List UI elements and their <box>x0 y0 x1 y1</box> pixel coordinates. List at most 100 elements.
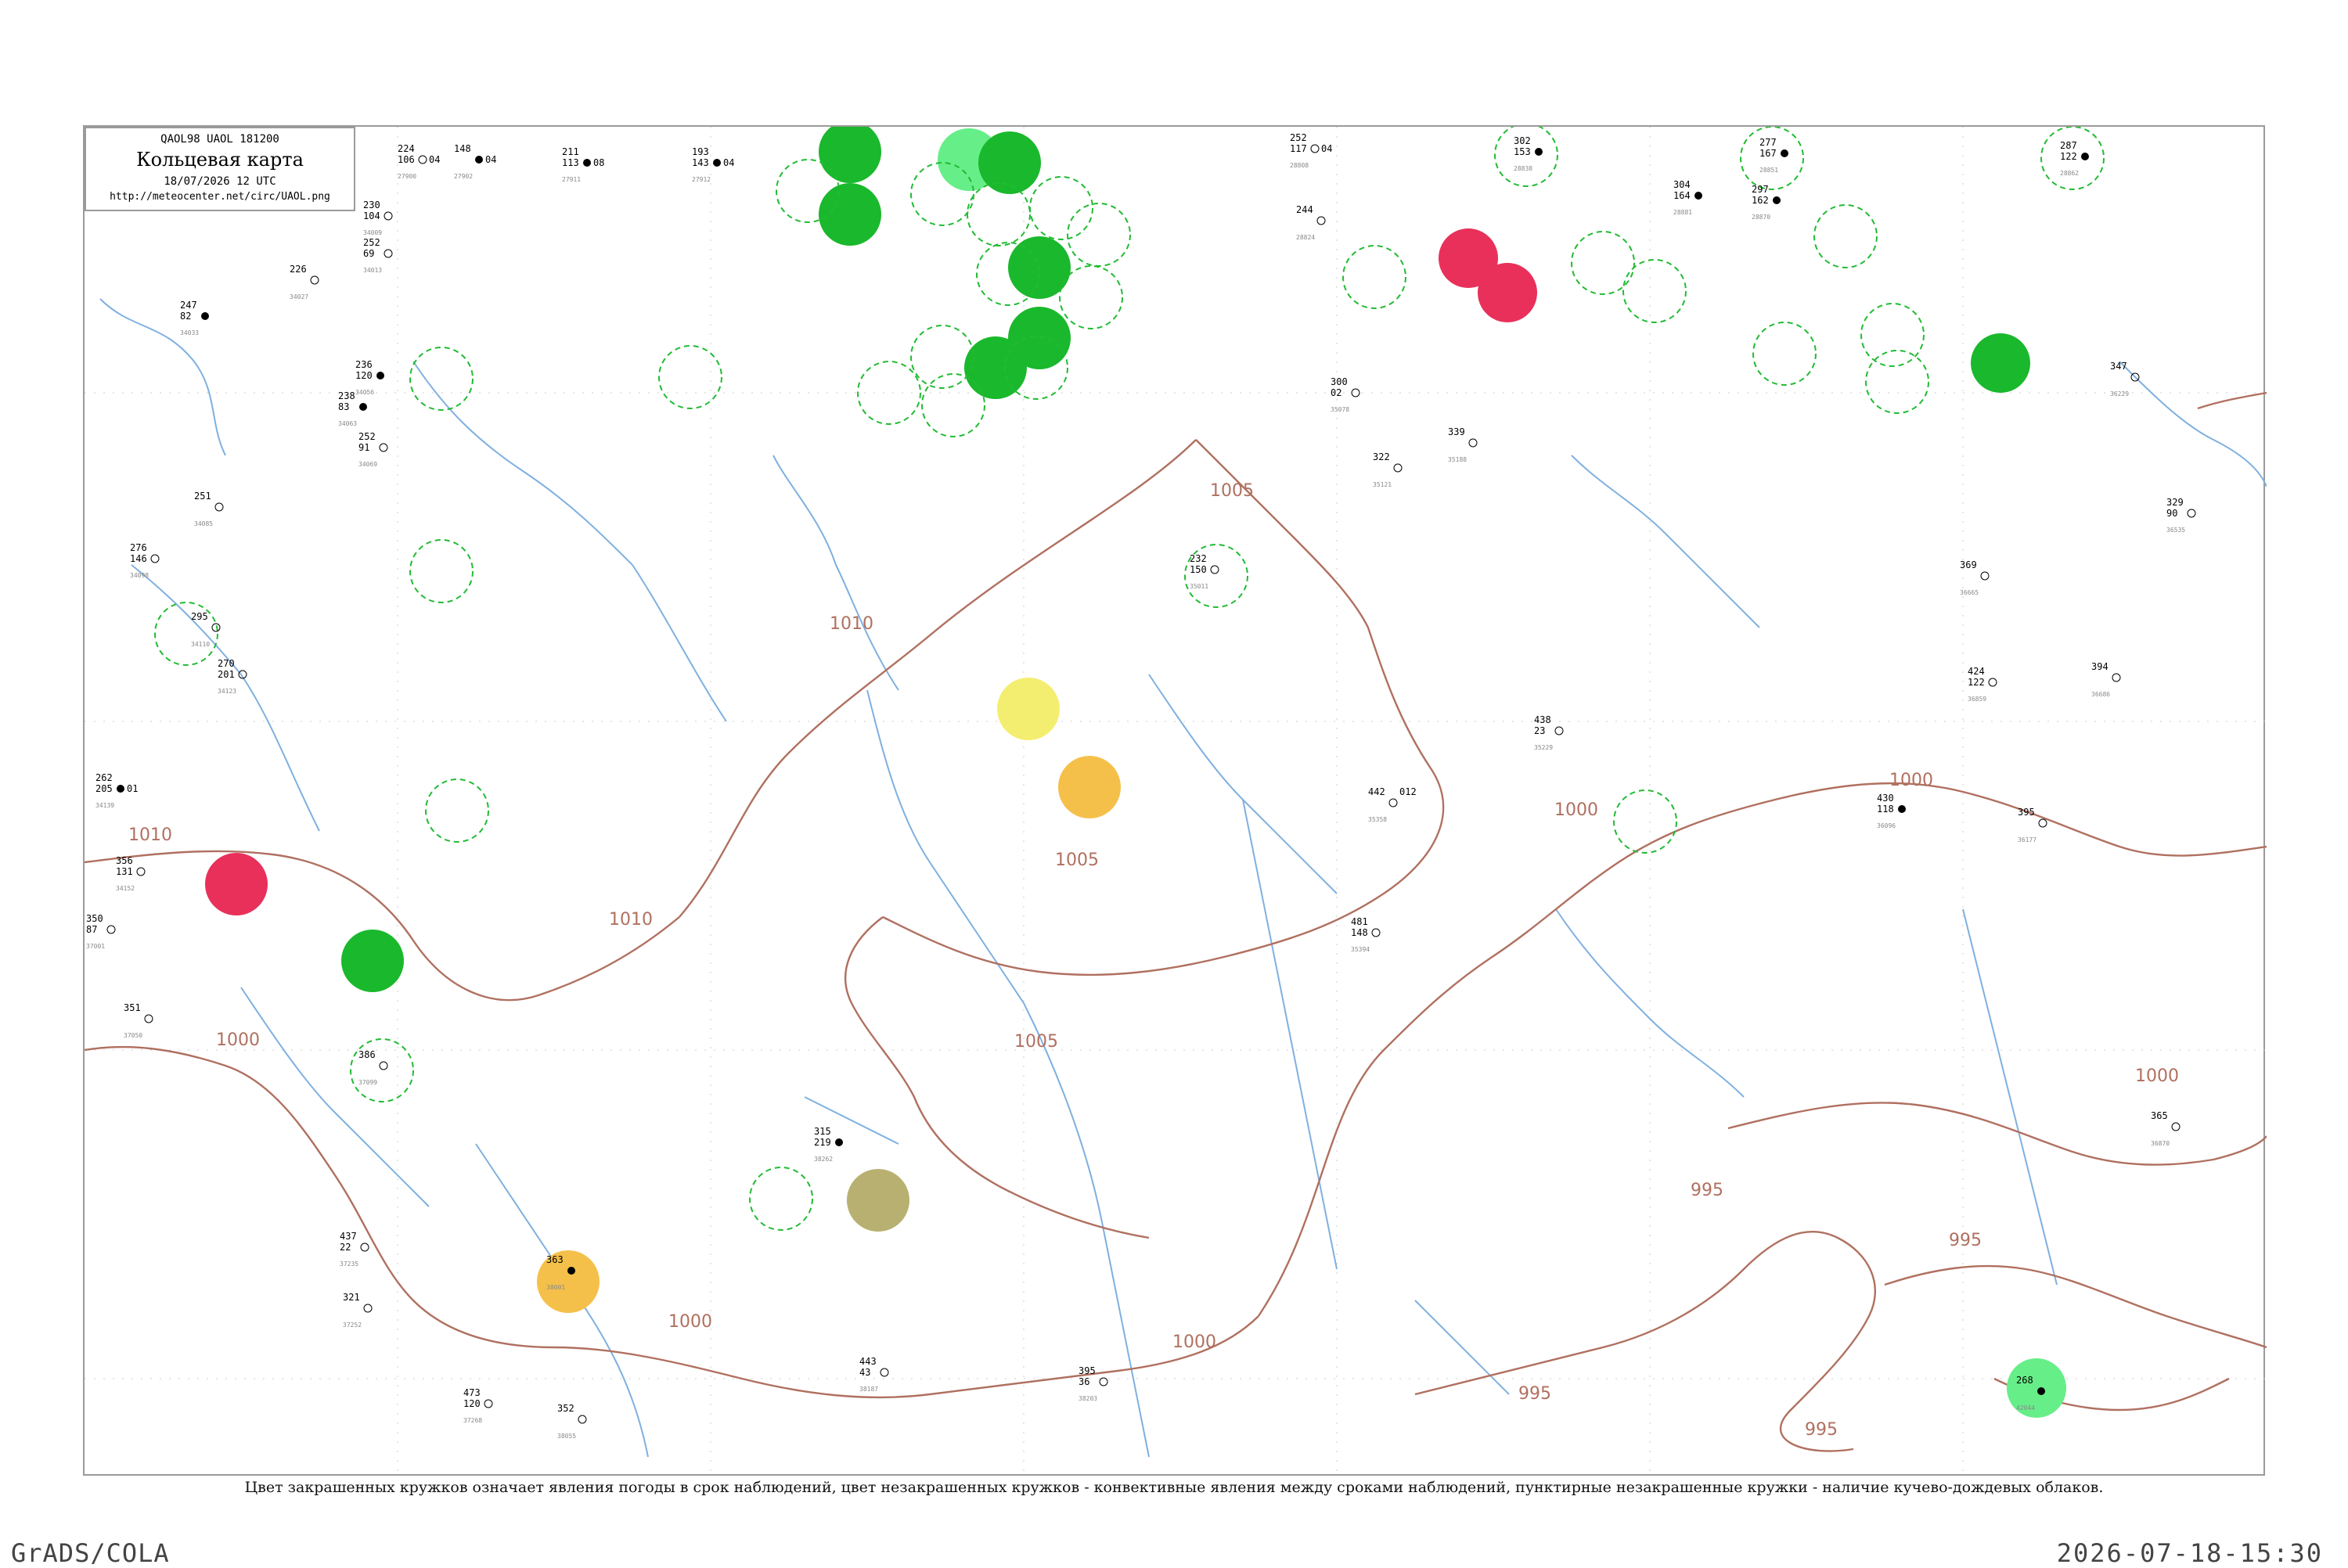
legend-text: Цвет закрашенных кружков означает явлени… <box>244 1479 2104 1496</box>
isobar-label: 1000 <box>668 1312 712 1332</box>
station-plot: 238 83 34063 <box>338 390 367 427</box>
source-url[interactable]: http://meteocenter.net/circ/UAOL.png <box>86 191 354 203</box>
station-circle <box>2037 1387 2045 1395</box>
station-circle <box>1099 1377 1108 1386</box>
cb-cloud-circles <box>154 127 2105 1231</box>
station-circle <box>2038 818 2047 828</box>
cb-cloud-circle <box>1813 204 1878 268</box>
station-dewpoint: 04 <box>429 154 440 165</box>
station-plot: 300 02 35078 <box>1331 376 1360 413</box>
dust-circle <box>847 1169 909 1232</box>
station-id: 38055 <box>557 1433 576 1440</box>
station-id: 35394 <box>1351 946 1370 953</box>
station-pressure: 153 <box>1514 146 1531 157</box>
station-circle <box>136 867 146 876</box>
station-plot: 252 69 34013 <box>363 237 393 274</box>
station-plot: 247 82 34033 <box>180 300 209 336</box>
station-plot: 352 38055 <box>557 1403 587 1440</box>
station-plot: 277 167 28851 <box>1759 137 1788 174</box>
station-id: 36870 <box>2151 1140 2170 1147</box>
station-temp: 395 <box>2018 807 2035 818</box>
rain-circle <box>341 930 404 992</box>
station-circle <box>201 312 209 320</box>
station-pressure: 90 <box>2166 508 2177 519</box>
station-temp: 442 <box>1368 786 1385 797</box>
station-circle <box>1393 463 1403 473</box>
station-id: 37099 <box>358 1079 377 1086</box>
station-plot: 365 36870 <box>2151 1110 2181 1147</box>
station-temp: 481 <box>1351 916 1368 927</box>
station-temp: 347 <box>2110 361 2127 372</box>
station-temp: 252 <box>1290 132 1307 143</box>
map-header: QAOL98 UAOL 181200 Кольцевая карта 18/07… <box>85 127 355 211</box>
station-plot: 322 35121 <box>1373 451 1403 488</box>
station-plot: 339 35188 <box>1448 426 1478 463</box>
map-title: Кольцевая карта <box>136 149 304 171</box>
station-circle <box>359 403 367 411</box>
station-temp: 351 <box>124 1002 141 1013</box>
station-dewpoint: 01 <box>127 783 138 794</box>
station-pressure: 148 <box>1351 927 1368 938</box>
station-plot: 395 36 38203 <box>1079 1365 1108 1402</box>
cb-cloud-circle <box>1613 789 1677 854</box>
station-pressure: 122 <box>1968 677 1985 688</box>
station-temp: 252 <box>363 237 380 248</box>
station-plot: 252 117 04 28808 <box>1290 132 1332 169</box>
station-pressure: 120 <box>355 370 373 381</box>
station-circle <box>1988 678 1997 687</box>
station-circle <box>1210 565 1219 574</box>
station-id: 37268 <box>463 1417 482 1424</box>
station-temp: 304 <box>1673 179 1691 190</box>
station-temp: 443 <box>859 1356 877 1367</box>
isobar-label: 995 <box>1949 1231 1982 1250</box>
isobar-labels: 1010 1010 1010 1005 1005 1005 1000 1000 … <box>128 481 2179 1440</box>
station-pressure: 104 <box>363 210 380 221</box>
station-temp: 394 <box>2091 661 2109 672</box>
station-plot: 211 113 08 27911 <box>562 146 604 183</box>
isobar-label: 1000 <box>216 1030 260 1050</box>
station-temp: 230 <box>363 200 380 210</box>
station-id: 42044 <box>2016 1404 2035 1412</box>
station-plot: 395 36177 <box>2018 807 2047 843</box>
cb-cloud-circle <box>1059 265 1123 329</box>
cb-cloud-circle <box>409 347 474 411</box>
station-plot: 236 120 34056 <box>355 359 384 396</box>
station-pressure: 162 <box>1752 195 1769 206</box>
rivers <box>99 298 2267 1458</box>
station-circle <box>2187 509 2196 518</box>
station-id: 36686 <box>2091 691 2110 698</box>
station-id: 36096 <box>1877 822 1896 829</box>
haze-circle <box>1058 756 1121 818</box>
station-id: 34123 <box>218 688 236 695</box>
station-circle <box>1898 805 1906 813</box>
isobar-label: 1000 <box>1172 1332 1216 1352</box>
station-circle <box>2081 153 2089 160</box>
station-id: 38262 <box>814 1156 833 1163</box>
station-circle <box>150 554 160 563</box>
station-plot: 437 22 37235 <box>340 1231 369 1268</box>
station-circle <box>211 623 221 632</box>
station-dewpoint: 08 <box>593 157 604 168</box>
station-plot: 369 36665 <box>1960 559 1990 596</box>
station-circle <box>363 1304 373 1313</box>
graticule <box>85 127 2267 1477</box>
station-id: 28870 <box>1752 214 1770 221</box>
station-pressure: 113 <box>562 157 579 168</box>
station-dewpoint: 04 <box>1321 143 1332 154</box>
station-circle <box>384 249 393 258</box>
station-circle <box>106 925 116 934</box>
station-id: 34063 <box>338 420 357 427</box>
station-pressure: 118 <box>1877 804 1894 815</box>
station-temp: 295 <box>191 611 208 622</box>
station-pressure: 106 <box>398 154 415 165</box>
station-plot: 442 012 35358 <box>1368 786 1417 823</box>
station-temp: 276 <box>130 542 147 553</box>
station-temp: 226 <box>290 264 307 275</box>
map-datetime: 18/07/2026 12 UTC <box>164 175 276 188</box>
station-id: 36535 <box>2166 527 2185 534</box>
station-id: 34110 <box>191 641 210 648</box>
station-circle <box>567 1267 575 1275</box>
station-circle <box>379 443 388 452</box>
cb-cloud-circle <box>1029 176 1093 240</box>
station-temp: 329 <box>2166 497 2184 508</box>
